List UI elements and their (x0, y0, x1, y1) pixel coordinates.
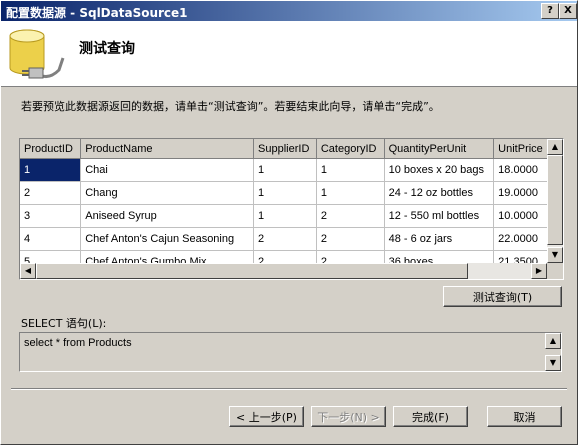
grid-cell[interactable]: 1 (20, 158, 82, 182)
col-header[interactable]: ProductName (80, 139, 255, 159)
grid-cell[interactable]: 24 - 12 oz bottles (384, 181, 495, 205)
sql-scroll-up-icon[interactable]: ▲ (545, 333, 561, 349)
database-plug-icon (9, 29, 65, 79)
grid-cell[interactable]: 2 (253, 227, 317, 251)
sql-scroll-down-icon[interactable]: ▼ (545, 355, 561, 371)
col-header[interactable]: CategoryID (316, 139, 385, 159)
instruction-text: 若要预览此数据源返回的数据，请单击“测试查询”。若要结束此向导，请单击“完成”。 (21, 100, 440, 113)
page-title: 测试查询 (79, 41, 135, 57)
col-header[interactable]: SupplierID (253, 139, 317, 159)
grid-cell[interactable]: 3 (20, 204, 82, 228)
grid-cell[interactable]: 4 (20, 227, 82, 251)
grid-header-row: ProductID ProductName SupplierID Categor… (20, 139, 563, 159)
col-header[interactable]: QuantityPerUnit (384, 139, 495, 159)
scroll-left-icon[interactable]: ◀ (20, 263, 36, 279)
grid-cell[interactable]: Aniseed Syrup (80, 204, 255, 228)
grid-cell[interactable]: 2 (316, 227, 385, 251)
grid-horizontal-scrollbar[interactable]: ◀ ▶ (20, 263, 547, 279)
grid-cell[interactable]: 1 (253, 204, 317, 228)
window-title: 配置数据源 - SqlDataSource1 (6, 6, 188, 20)
grid-cell[interactable]: 1 (316, 181, 385, 205)
grid-cell[interactable]: Chef Anton's Cajun Seasoning (80, 227, 255, 251)
results-grid[interactable]: ProductID ProductName SupplierID Categor… (19, 138, 564, 280)
scroll-up-icon[interactable]: ▲ (547, 139, 563, 155)
grid-cell[interactable]: 1 (316, 158, 385, 182)
dialog-window: 配置数据源 - SqlDataSource1 ? X 测试查询 若要预览此数据源… (0, 0, 578, 445)
table-row[interactable]: 4 Chef Anton's Cajun Seasoning 2 2 48 - … (20, 227, 563, 251)
grid-cell[interactable]: 1 (253, 158, 317, 182)
sql-label: SELECT 语句(L): (21, 317, 107, 330)
back-button[interactable]: < 上一步(P) (229, 406, 304, 427)
test-query-button[interactable]: 测试查询(T) (443, 286, 562, 307)
table-row[interactable]: 2 Chang 1 1 24 - 12 oz bottles 19.0000 (20, 181, 563, 205)
scroll-down-icon[interactable]: ▼ (547, 247, 563, 263)
next-button[interactable]: 下一步(N) > (311, 406, 386, 427)
horizontal-scroll-thumb[interactable] (36, 263, 468, 279)
grid-cell[interactable]: 48 - 6 oz jars (384, 227, 495, 251)
grid-cell[interactable]: Chang (80, 181, 255, 205)
grid-cell[interactable]: 12 - 550 ml bottles (384, 204, 495, 228)
results-table: ProductID ProductName SupplierID Categor… (20, 139, 563, 274)
grid-cell[interactable]: 2 (20, 181, 82, 205)
table-row[interactable]: 3 Aniseed Syrup 1 2 12 - 550 ml bottles … (20, 204, 563, 228)
help-button[interactable]: ? (541, 3, 559, 19)
cancel-button[interactable]: 取消 (487, 406, 562, 427)
col-header[interactable]: ProductID (20, 139, 82, 159)
footer-separator (11, 388, 567, 390)
table-row[interactable]: 1 Chai 1 1 10 boxes x 20 bags 18.0000 (20, 158, 563, 182)
wizard-header: 测试查询 (1, 21, 577, 87)
sql-textbox[interactable]: select * from Products ▲ ▼ (19, 332, 562, 372)
grid-cell[interactable]: 1 (253, 181, 317, 205)
title-bar[interactable]: 配置数据源 - SqlDataSource1 ? X (1, 1, 577, 21)
vertical-scroll-thumb[interactable] (547, 155, 563, 245)
scroll-right-icon[interactable]: ▶ (531, 263, 547, 279)
sql-text: select * from Products (24, 337, 132, 349)
grid-cell[interactable]: 10 boxes x 20 bags (384, 158, 495, 182)
close-button[interactable]: X (559, 3, 577, 19)
finish-button[interactable]: 完成(F) (393, 406, 468, 427)
grid-cell[interactable]: Chai (80, 158, 255, 182)
scroll-corner (547, 263, 563, 279)
grid-cell[interactable]: 2 (316, 204, 385, 228)
grid-vertical-scrollbar[interactable]: ▲ ▼ (547, 139, 563, 263)
